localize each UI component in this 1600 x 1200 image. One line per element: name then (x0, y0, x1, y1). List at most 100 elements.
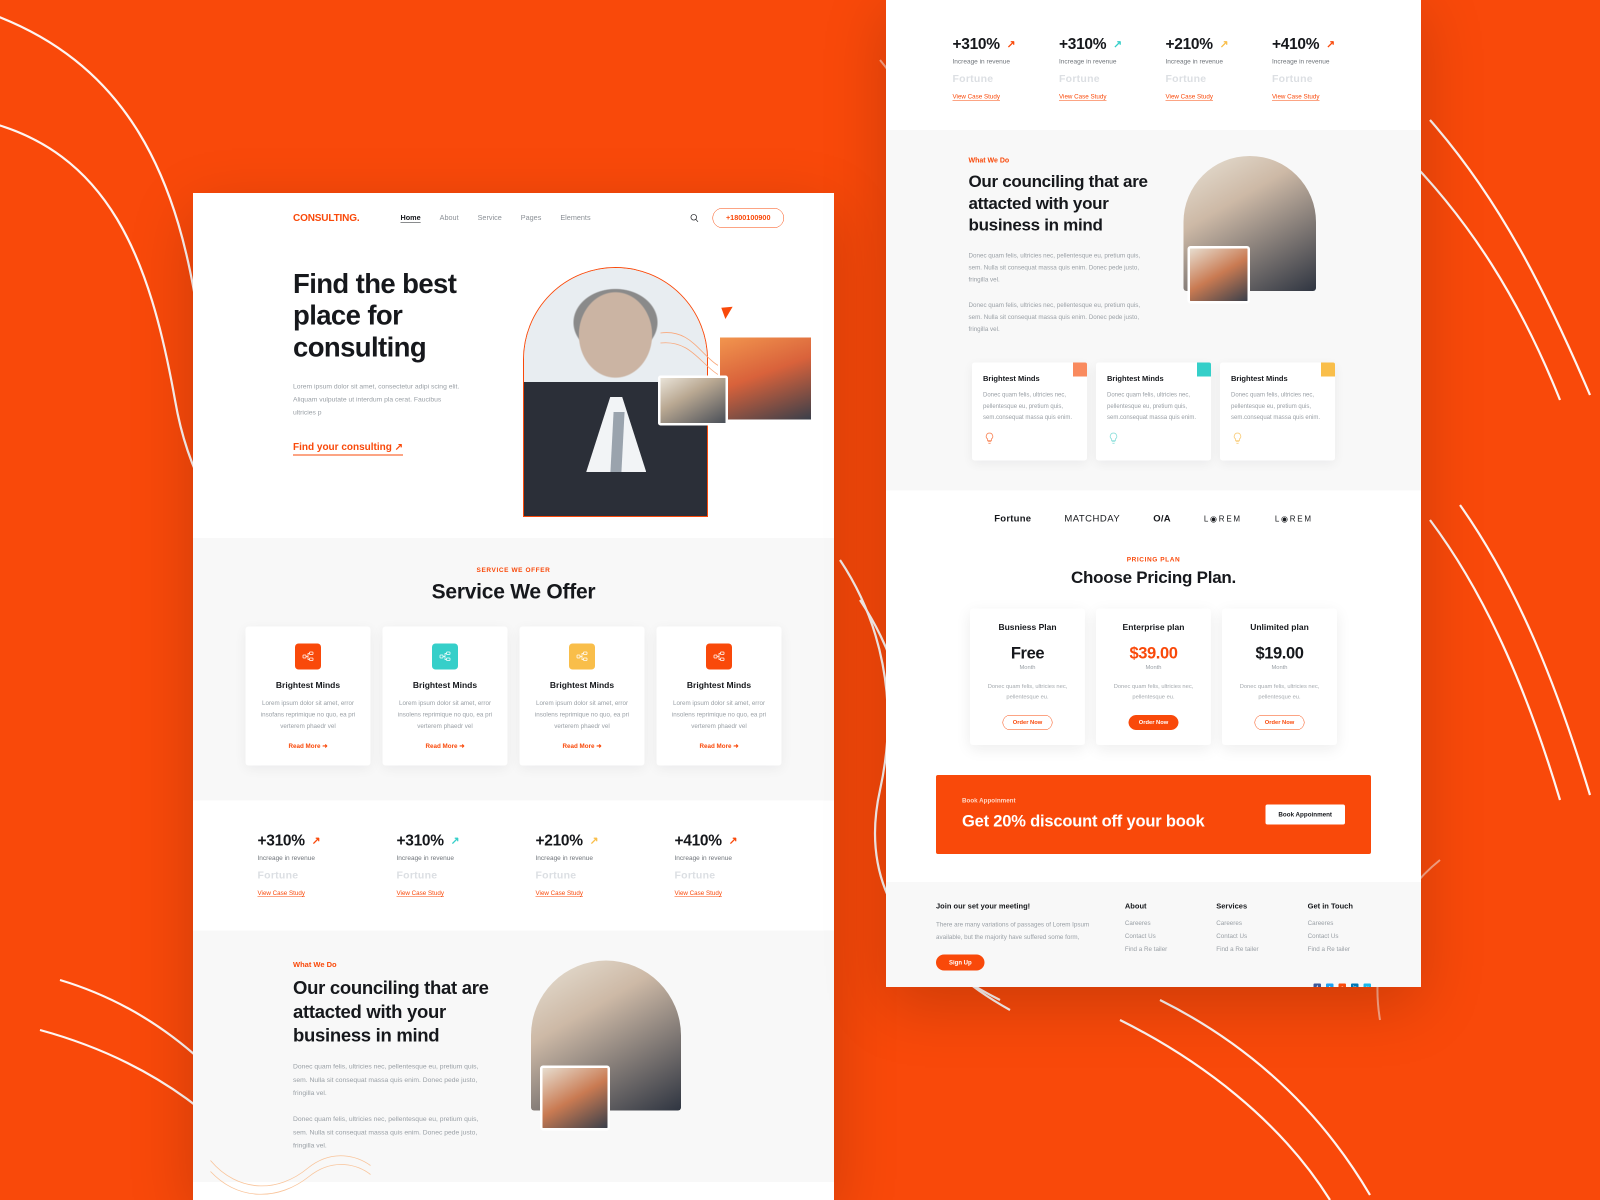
facebook-icon[interactable]: f (1313, 983, 1321, 987)
cta-title: Get 20% discount off your book (962, 811, 1205, 830)
view-case-study-link[interactable]: View Case Study (535, 890, 583, 898)
nav-item-pages[interactable]: Pages (521, 214, 542, 222)
stat-label: Increage in revenue (535, 854, 593, 862)
view-case-study-link[interactable]: View Case Study (1165, 93, 1213, 101)
nav-item-about[interactable]: About (440, 214, 459, 222)
nav-item-elements[interactable]: Elements (560, 214, 590, 222)
stat-value: +210% (535, 831, 583, 850)
read-more-link[interactable]: Read More ➜ (289, 742, 328, 750)
arrow-up-right-icon: ↗ (1113, 38, 1122, 50)
nav-item-service[interactable]: Service (478, 214, 502, 222)
sign-up-button[interactable]: Sign Up (936, 954, 985, 971)
read-more-link[interactable]: Read More ➜ (563, 742, 602, 750)
stat-brand: Fortune (396, 869, 438, 882)
footer-link[interactable]: Careeres (1216, 920, 1279, 927)
what-we-do-inset-image (1187, 246, 1250, 304)
mind-card-title: Brightest Minds (983, 374, 1040, 383)
rss-icon[interactable]: r (1338, 983, 1346, 987)
what-we-do-paragraph-2: Donec quam felis, ultricies nec, pellent… (968, 301, 1141, 333)
hero-section: Find the best place for consulting Lorem… (193, 228, 834, 538)
footer-link[interactable]: Find a Re tailer (1125, 946, 1188, 953)
service-card[interactable]: Brightest Minds Lorem ipsum dolor sit am… (382, 626, 508, 766)
stat-item: +410% ↗ Increage in revenue Fortune View… (674, 831, 770, 898)
footer-link[interactable]: Contact Us (1308, 933, 1371, 940)
view-case-study-link[interactable]: View Case Study (1272, 93, 1320, 101)
arrow-up-right-icon: ↗ (450, 834, 460, 847)
service-card-text: Lorem ipsum dolor sit amet, error insofa… (260, 699, 356, 730)
order-now-button[interactable]: Order Now (1254, 714, 1305, 730)
stat-value: +410% (674, 831, 722, 850)
footer-column-get-in-touch: Get in Touch Careeres Contact Us Find a … (1308, 902, 1371, 971)
footer-heading: Join our set your meeting! (936, 902, 1031, 911)
service-card-text: Lorem ipsum dolor sit amet, error insole… (397, 699, 493, 730)
nav-item-home[interactable]: Home (401, 214, 421, 222)
what-we-do-paragraph-1: Donec quam felis, ultricies nec, pellent… (293, 1062, 479, 1097)
service-card-title: Brightest Minds (275, 680, 341, 691)
what-we-do-section: What We Do Our counciling that are attac… (193, 930, 834, 1195)
what-we-do-title: Our counciling that are attacted with yo… (293, 977, 489, 1046)
brand-logo-fortune: Fortune (994, 513, 1032, 525)
view-case-study-link[interactable]: View Case Study (396, 890, 444, 898)
plan-period: Month (1019, 664, 1036, 671)
stat-value: +310% (396, 831, 444, 850)
pricing-title: Choose Pricing Plan. (1070, 568, 1237, 588)
footer-link[interactable]: Careeres (1125, 920, 1188, 927)
pricing-plan-card[interactable]: Busniess Plan Free Month Donec quam feli… (970, 608, 1085, 745)
hero-copy: Find the best place for consulting Lorem… (293, 258, 508, 538)
footer-link[interactable]: Contact Us (1216, 933, 1279, 940)
corner-accent (1321, 362, 1335, 377)
mind-card[interactable]: Brightest Minds Donec quam felis, ultric… (1096, 362, 1211, 461)
read-more-link[interactable]: Read More ➜ (426, 742, 465, 750)
service-card[interactable]: Brightest Minds Lorem ipsum dolor sit am… (656, 626, 782, 766)
pricing-plan-card[interactable]: Enterprise plan $39.00 Month Donec quam … (1096, 608, 1211, 745)
service-card[interactable]: Brightest Minds Lorem ipsum dolor sit am… (245, 626, 371, 766)
stat-label: Increage in revenue (674, 854, 732, 862)
order-now-button[interactable]: Order Now (1002, 714, 1053, 730)
brand-logo-lorem-2: L◉REM (1274, 515, 1313, 524)
view-case-study-link[interactable]: View Case Study (257, 890, 305, 898)
mind-card[interactable]: Brightest Minds Donec quam felis, ultric… (972, 362, 1087, 461)
brand-logo-matchday: MATCHDAY (1064, 513, 1121, 525)
mind-card[interactable]: Brightest Minds Donec quam felis, ultric… (1220, 362, 1335, 461)
stat-value: +410% (1272, 35, 1320, 53)
footer-link[interactable]: Find a Re tailer (1216, 946, 1279, 953)
navbar: CONSULTING. Home About Service Pages Ele… (193, 193, 834, 228)
service-card[interactable]: Brightest Minds Lorem ipsum dolor sit am… (519, 626, 645, 766)
twitter-icon[interactable]: t (1326, 983, 1334, 987)
lightbulb-icon (983, 432, 1076, 448)
stat-value: +310% (1059, 35, 1107, 53)
plan-period: Month (1145, 664, 1162, 671)
stat-item: +310% ↗ Increage in revenue Fortune View… (396, 831, 492, 898)
paper-plane-icon (721, 303, 736, 320)
footer-link[interactable]: Contact Us (1125, 933, 1188, 940)
site-logo[interactable]: CONSULTING. (293, 212, 360, 224)
footer-link[interactable]: Find a Re tailer (1308, 946, 1371, 953)
stat-item: +410% ↗ Increage in revenue Fortune View… (1272, 35, 1355, 101)
stat-item: +310% ↗ Increage in revenue Fortune View… (952, 35, 1036, 101)
what-we-do-eyebrow: What We Do (293, 960, 337, 970)
arrow-up-right-icon: ↗ (311, 834, 321, 847)
view-case-study-link[interactable]: View Case Study (674, 890, 722, 898)
what-we-do-media (1183, 156, 1394, 335)
linkedin-icon[interactable]: in (1351, 983, 1359, 987)
stat-brand: Fortune (674, 869, 716, 882)
hero-image-meeting (658, 375, 728, 426)
view-case-study-link[interactable]: View Case Study (1059, 93, 1107, 101)
pricing-plan-card[interactable]: Unlimited plan $19.00 Month Donec quam f… (1222, 608, 1337, 745)
vimeo-icon[interactable]: v (1363, 983, 1371, 987)
read-more-link[interactable]: Read More ➜ (700, 742, 739, 750)
book-appointment-button[interactable]: Book Appoinment (1265, 804, 1345, 825)
phone-button[interactable]: +1800100900 (712, 208, 784, 228)
stat-label: Increage in revenue (952, 57, 1010, 66)
order-now-button[interactable]: Order Now (1128, 714, 1179, 730)
footer-link[interactable]: Careeres (1308, 920, 1371, 927)
find-your-consulting-link[interactable]: Find your consulting ↗ (293, 440, 404, 456)
hero-paragraph: Lorem ipsum dolor sit amet, consectetur … (293, 382, 460, 417)
footer-column-title: Services (1216, 902, 1248, 911)
stat-label: Increage in revenue (1165, 57, 1223, 66)
footer-column-title: Get in Touch (1307, 902, 1353, 911)
stat-value: +310% (952, 35, 1000, 53)
search-icon[interactable] (689, 213, 699, 223)
view-case-study-link[interactable]: View Case Study (952, 93, 1000, 101)
right-page-preview: +310% ↗ Increage in revenue Fortune View… (886, 0, 1421, 987)
